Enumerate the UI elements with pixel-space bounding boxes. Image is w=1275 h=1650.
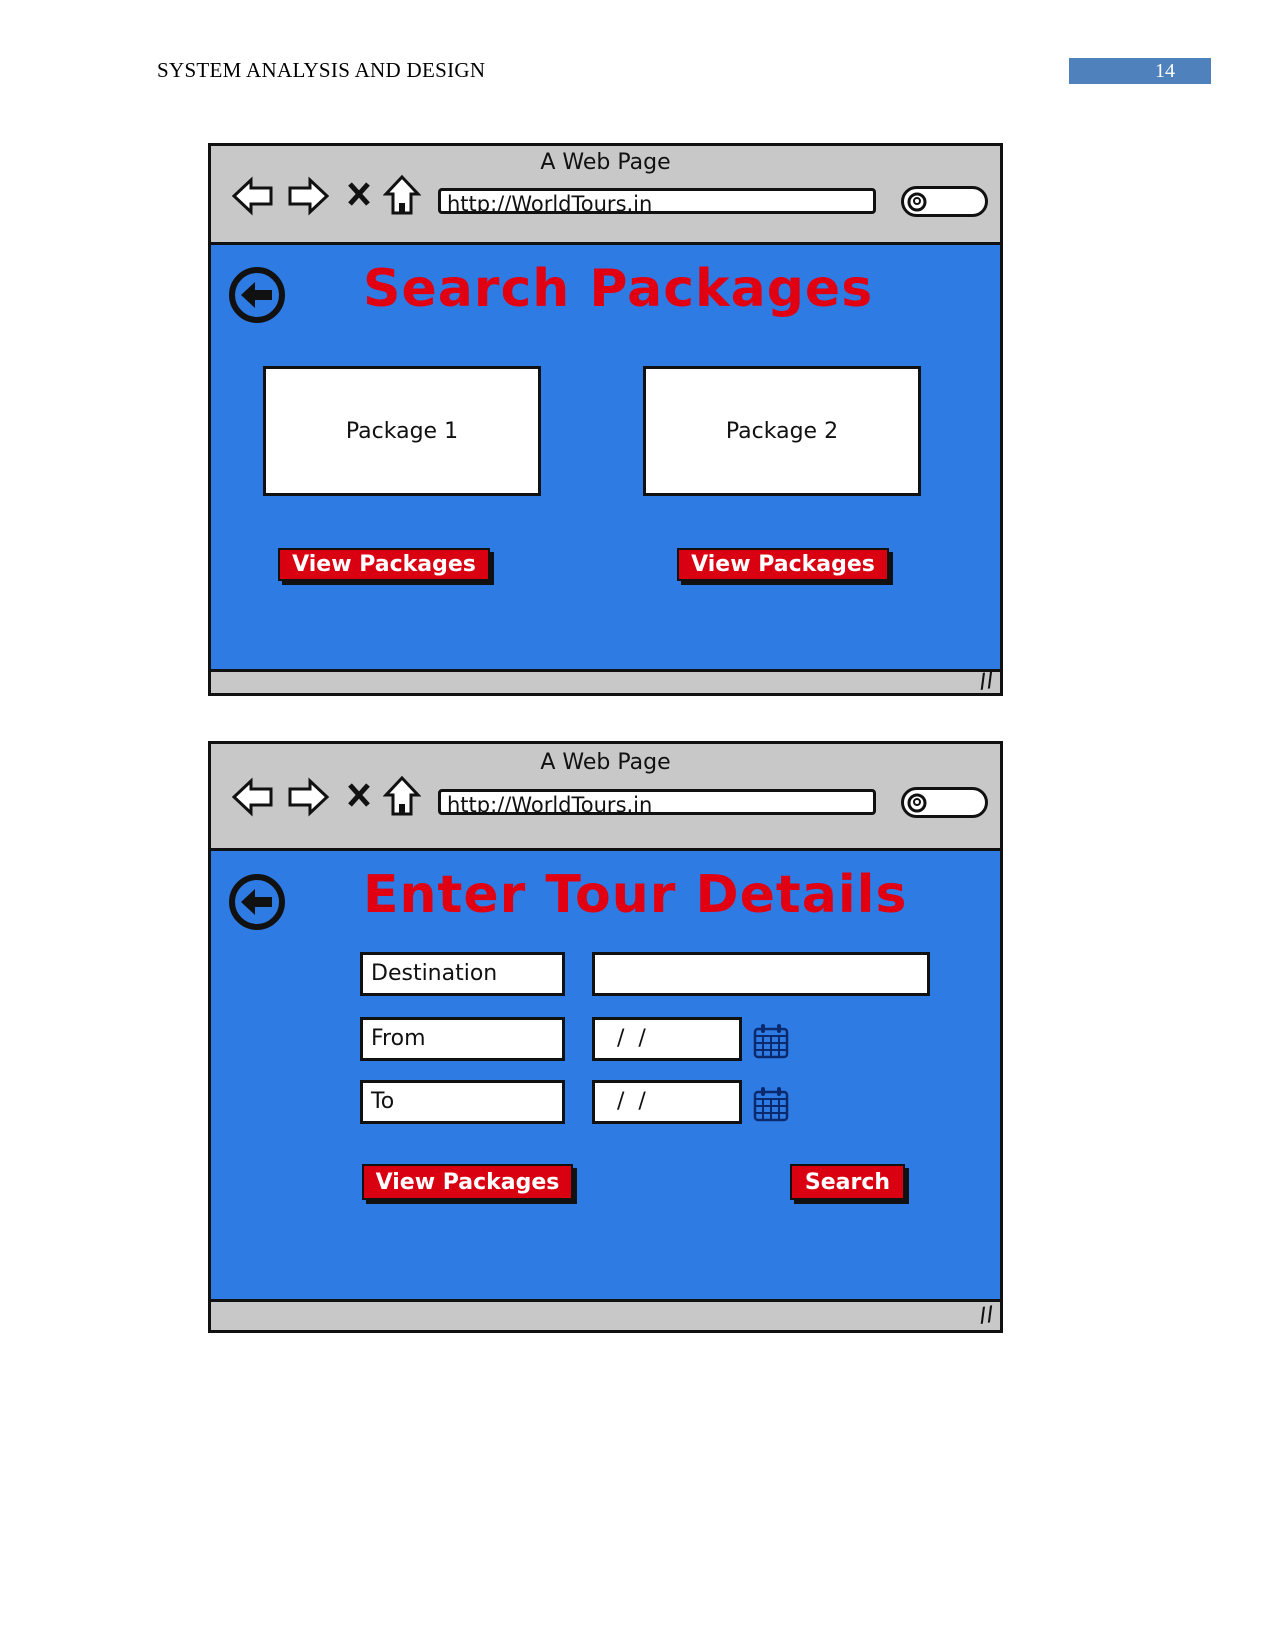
content-area: Enter Tour Details Destination From / / … [211, 848, 1000, 1302]
back-arrow-icon[interactable] [231, 777, 275, 817]
back-arrow-icon[interactable] [231, 176, 275, 216]
magnifier-icon [907, 793, 927, 813]
search-button[interactable]: Search [790, 1164, 905, 1200]
page-heading: Enter Tour Details [363, 865, 908, 925]
to-date-input[interactable]: / / [592, 1080, 742, 1124]
status-bar: // [211, 1296, 1000, 1330]
package-card-1[interactable]: Package 1 [263, 366, 541, 496]
running-header: SYSTEM ANALYSIS AND DESIGN [157, 58, 486, 82]
browser-search-box[interactable] [901, 787, 988, 818]
calendar-icon[interactable] [753, 1086, 789, 1122]
stop-x-icon[interactable] [346, 781, 372, 809]
package-card-2[interactable]: Package 2 [643, 366, 921, 496]
url-bar[interactable]: http://WorldTours.in [438, 188, 876, 214]
forward-arrow-icon[interactable] [286, 176, 330, 216]
home-icon[interactable] [383, 775, 421, 817]
wireframe-enter-tour-details: A Web Page http://WorldTours.in Enter To… [208, 741, 1003, 1333]
view-packages-button-1[interactable]: View Packages [278, 548, 490, 581]
from-label: From [360, 1017, 565, 1061]
destination-label: Destination [360, 952, 565, 996]
page-heading: Search Packages [363, 259, 874, 319]
window-title: A Web Page [540, 750, 671, 775]
magnifier-icon [907, 192, 927, 212]
document-page: SYSTEM ANALYSIS AND DESIGN 14 A Web Page… [0, 0, 1275, 1650]
url-bar[interactable]: http://WorldTours.in [438, 789, 876, 815]
resize-grip-icon[interactable]: // [977, 667, 996, 693]
from-date-input[interactable]: / / [592, 1017, 742, 1061]
stop-x-icon[interactable] [346, 180, 372, 208]
content-area: Search Packages Package 1 Package 2 View… [211, 242, 1000, 672]
page-number: 14 [1069, 58, 1211, 84]
home-icon[interactable] [383, 174, 421, 216]
back-circle-icon[interactable] [228, 266, 286, 324]
destination-input[interactable] [592, 952, 930, 996]
status-bar: // [211, 666, 1000, 696]
view-packages-button-2[interactable]: View Packages [677, 548, 889, 581]
calendar-icon[interactable] [753, 1023, 789, 1059]
browser-search-box[interactable] [901, 186, 988, 217]
view-packages-button[interactable]: View Packages [362, 1164, 573, 1200]
back-circle-icon[interactable] [228, 873, 286, 931]
resize-grip-icon[interactable]: // [977, 1301, 996, 1327]
forward-arrow-icon[interactable] [286, 777, 330, 817]
wireframe-search-packages: A Web Page http://WorldTours.in Search P… [208, 143, 1003, 696]
to-label: To [360, 1080, 565, 1124]
window-title: A Web Page [540, 150, 671, 175]
